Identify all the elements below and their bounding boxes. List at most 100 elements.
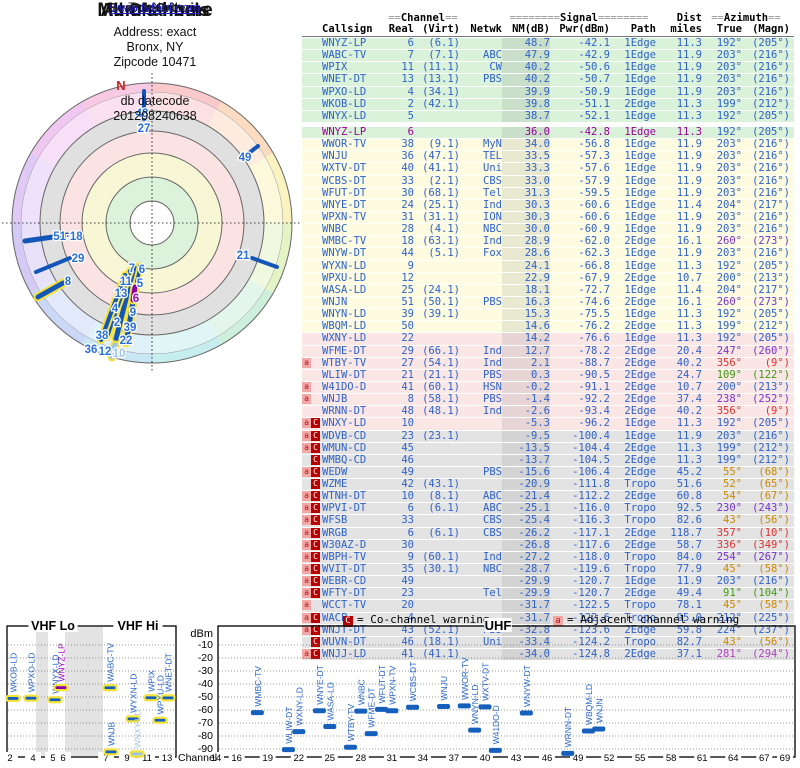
dbm-tick-label: -10 bbox=[198, 639, 213, 651]
signal-bar bbox=[561, 750, 575, 756]
co-channel-warning-badge: C bbox=[311, 539, 320, 550]
azimuth-magnetic: (67°) bbox=[758, 490, 790, 503]
callsign: WNYZ-LP bbox=[322, 125, 367, 138]
distance: 51.6 bbox=[676, 478, 702, 491]
distance: 37.4 bbox=[676, 393, 702, 406]
network bbox=[460, 576, 502, 587]
noise-margin: 30.3 bbox=[502, 211, 550, 224]
db-datecode-label: db datecode bbox=[120, 94, 190, 108]
virtual-channel bbox=[414, 455, 460, 466]
bar-callsign-label: WMBC-TV bbox=[253, 666, 263, 707]
real-channel: 30 bbox=[401, 186, 414, 199]
network bbox=[460, 127, 502, 138]
azimuth-magnetic: (58°) bbox=[758, 563, 790, 576]
path: 1Edge bbox=[624, 429, 656, 442]
channel-tick-label: 67 bbox=[759, 753, 770, 764]
azimuth-true: 192° bbox=[716, 332, 742, 345]
noise-margin: -15.6 bbox=[502, 466, 550, 479]
db-datecode-value: 201208240638 bbox=[113, 109, 197, 123]
power: -119.6 bbox=[572, 563, 610, 576]
channel-tick-label: 34 bbox=[418, 753, 429, 764]
signal-bar bbox=[488, 747, 502, 753]
noise-margin: -25.4 bbox=[502, 515, 550, 527]
distance: 11.3 bbox=[676, 441, 702, 454]
azimuth-true: 203° bbox=[716, 186, 742, 199]
radar-channel-label: 2 bbox=[114, 317, 120, 329]
power: -67.9 bbox=[578, 271, 610, 284]
table-row: a C WDVB-CD 23 (23.1) -9.5 -100.4 1Edge 11.9 203°… bbox=[302, 429, 794, 443]
badge-slot bbox=[311, 87, 320, 97]
azimuth-magnetic: (216°) bbox=[752, 73, 790, 86]
noise-margin: 47.9 bbox=[502, 50, 550, 62]
band-section-label: UHF bbox=[485, 618, 512, 633]
badge-slot bbox=[302, 38, 311, 48]
network bbox=[460, 431, 502, 442]
path: 1Edge bbox=[624, 223, 656, 236]
virtual-channel bbox=[414, 273, 460, 284]
badge-slot bbox=[302, 346, 311, 356]
badge-slot bbox=[302, 406, 311, 416]
signal-bar bbox=[160, 694, 176, 702]
adjacent-warning-badge: a bbox=[302, 527, 311, 538]
distance: 58.7 bbox=[676, 538, 702, 551]
co-channel-warning-badge: C bbox=[311, 418, 320, 429]
channel-tick-label: 28 bbox=[356, 753, 367, 764]
power: -76.2 bbox=[578, 320, 610, 333]
bar-callsign-label: WFUT-DT bbox=[377, 665, 387, 703]
badge-slot bbox=[302, 176, 311, 186]
callsign: WPXO-LD bbox=[322, 85, 367, 98]
path: 2Edge bbox=[624, 538, 656, 551]
badge-slot bbox=[302, 370, 311, 380]
bar-callsign-label: WNYW-DT bbox=[522, 665, 532, 707]
azimuth-magnetic: (205°) bbox=[752, 109, 790, 122]
virtual-channel bbox=[414, 467, 460, 478]
badge-slot bbox=[311, 212, 320, 222]
virtual-channel bbox=[414, 443, 460, 454]
distance: 82.6 bbox=[676, 514, 702, 527]
badge-slot bbox=[302, 188, 311, 198]
signal-bar bbox=[102, 684, 118, 692]
network: TEL bbox=[483, 150, 502, 163]
adjacent-warning-badge: a bbox=[302, 491, 311, 502]
distance: 11.4 bbox=[676, 283, 702, 296]
bar-callsign-label: WNXY-LD bbox=[133, 710, 143, 748]
signal-bar bbox=[103, 748, 119, 756]
dbm-tick-label: -50 bbox=[198, 691, 213, 703]
power: -51.1 bbox=[578, 97, 610, 110]
network: Ind bbox=[483, 235, 502, 248]
power: -91.1 bbox=[578, 380, 610, 393]
azimuth-true: 356° bbox=[716, 356, 742, 369]
path: 2Edge bbox=[624, 356, 656, 369]
distance: 11.9 bbox=[676, 73, 702, 86]
virtual-channel: (8.1) bbox=[428, 490, 460, 503]
real-channel: 4 bbox=[407, 85, 414, 98]
callsign: WNYN-LD bbox=[322, 308, 367, 321]
channel-tick-label: 49 bbox=[573, 753, 584, 764]
badge-slot bbox=[311, 346, 320, 356]
distance: 49.4 bbox=[676, 587, 702, 600]
radar-channel-label: 13 bbox=[115, 288, 128, 300]
network: Ind bbox=[483, 550, 502, 563]
badge-slot bbox=[302, 248, 311, 258]
azimuth-true: 357° bbox=[716, 526, 742, 539]
noise-margin: 0.3 bbox=[502, 369, 550, 381]
distance: 16.1 bbox=[676, 295, 702, 308]
path: 2Edge bbox=[624, 320, 656, 333]
signal-bar bbox=[468, 727, 482, 733]
tvfool-link[interactable]: www.tvfool.com bbox=[110, 0, 200, 15]
noise-margin: 14.2 bbox=[502, 333, 550, 345]
network bbox=[460, 111, 502, 122]
power: -93.4 bbox=[578, 405, 610, 418]
callsign: WLIW-DT bbox=[322, 368, 367, 381]
radar-channel-label: 27 bbox=[138, 123, 151, 135]
path: 2Edge bbox=[624, 97, 656, 110]
distance: 11.3 bbox=[676, 320, 702, 333]
azimuth-magnetic: (212°) bbox=[752, 97, 790, 110]
path: 1Edge bbox=[624, 138, 656, 151]
power: -62.0 bbox=[578, 235, 610, 248]
table-row: WFME-DT 29 (66.1) Ind 12.7 -78.2 2Edge 20.4 247°… bbox=[302, 345, 794, 358]
signal-bar bbox=[47, 696, 63, 704]
callsign: WNBC bbox=[322, 223, 348, 236]
bar-callsign-label: WYXN-LD bbox=[129, 674, 139, 713]
badge-slot bbox=[302, 139, 311, 149]
